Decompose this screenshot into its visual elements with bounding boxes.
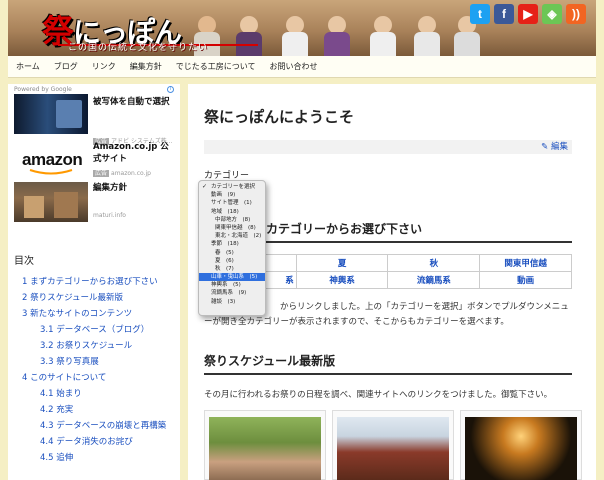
- toc-link[interactable]: 3 新たなサイトのコンテンツ: [22, 306, 178, 322]
- category-link[interactable]: 流鏑馬系: [387, 271, 481, 289]
- dropdown-option[interactable]: 神輿系 (5): [199, 281, 265, 289]
- ad-source: 広告 amazon.co.jp: [93, 168, 151, 177]
- dropdown-option[interactable]: 地域 (18): [199, 208, 265, 216]
- dropdown-option[interactable]: 中部地方 (8): [199, 216, 265, 224]
- ad-badge: 広告: [93, 170, 110, 177]
- dropdown-option[interactable]: 夏 (6): [199, 257, 265, 265]
- photo-card[interactable]: [460, 410, 582, 480]
- category-link[interactable]: 秋: [387, 254, 481, 272]
- toc-link[interactable]: 2 祭りスケジュール最新版: [22, 290, 178, 306]
- page-title: 祭にっぽんにようこそ: [204, 108, 355, 126]
- toc-link[interactable]: 4.1 始まり: [22, 386, 178, 402]
- edit-label: 編集: [550, 142, 568, 152]
- schedule-description: その月に行われるお祭りの日程を調べ、関連サイトへのリンクをつけました。御覧下さい…: [204, 390, 553, 400]
- festival-photo[interactable]: [465, 417, 577, 480]
- dropdown-option[interactable]: 動画 (9): [199, 191, 265, 199]
- dropdown-option[interactable]: 関東甲信越 (8): [199, 224, 265, 232]
- ad-info-icon[interactable]: i: [167, 86, 174, 93]
- nav-item[interactable]: お問い合わせ: [270, 61, 318, 72]
- ad-title[interactable]: 編集方針: [93, 182, 177, 194]
- edit-icon: ✎: [541, 142, 549, 152]
- sidebar: Powered by Google i 被写体を自動で選択 広告 アドビ システム…: [8, 84, 180, 480]
- twitter-icon[interactable]: t: [470, 4, 490, 24]
- edit-link[interactable]: ✎ 編集: [541, 140, 568, 154]
- category-select-dropdown[interactable]: カテゴリーを選択動画 (9)サイト管理 (1)地域 (18)中部地方 (8)関東…: [198, 180, 266, 316]
- nav-item[interactable]: でじたる工房について: [176, 61, 256, 72]
- toc-link[interactable]: 4.2 充実: [22, 402, 178, 418]
- photo-gallery: [204, 410, 582, 480]
- festival-photo[interactable]: [337, 417, 449, 480]
- dropdown-option[interactable]: 雑談 (3): [199, 298, 265, 306]
- category-link[interactable]: 動画: [479, 271, 572, 289]
- table-of-contents: 1 まずカテゴリーからお選び下さい 2 祭りスケジュール最新版 3 新たなサイトのコ…: [22, 274, 178, 466]
- dropdown-option[interactable]: 山車・曳山系 (5): [199, 273, 265, 282]
- site-header: 祭にっぽん この国の伝統と文化を守りたい t f ▶ ◈)): [8, 0, 596, 56]
- dropdown-option[interactable]: 季節 (18): [199, 240, 265, 248]
- category-link[interactable]: 夏: [295, 254, 389, 272]
- toc-link[interactable]: 3.1 データベース（ブログ）: [22, 322, 178, 338]
- social-icons: t f ▶ ◈)): [470, 4, 586, 24]
- ad-item[interactable]: 被写体を自動で選択 広告 アドビ システムズ株...: [14, 94, 177, 145]
- toc-link[interactable]: 3.2 お祭りスケジュール: [22, 338, 178, 354]
- category-link[interactable]: 関東甲信越: [479, 254, 572, 272]
- ad-title[interactable]: 被写体を自動で選択: [93, 96, 177, 108]
- nav-item[interactable]: リンク: [92, 61, 116, 72]
- main-navigation: ホーム ブログ リンク 編集方針 でじたる工房について お問い合わせ: [8, 56, 596, 78]
- header-festival-photo: [178, 0, 480, 56]
- site-subtitle: この国の伝統と文化を守りたい: [68, 43, 209, 53]
- amazon-logo-text: amazon: [22, 150, 83, 169]
- section-heading-schedule: 祭りスケジュール最新版: [204, 352, 572, 375]
- festival-photo[interactable]: [209, 417, 321, 480]
- dropdown-option[interactable]: 秋 (7): [199, 265, 265, 273]
- ad-item[interactable]: 編集方針 maturi.info: [14, 182, 176, 226]
- nav-item[interactable]: ホーム: [16, 61, 40, 72]
- rss-icon[interactable]: )): [566, 4, 586, 24]
- amazon-logo[interactable]: amazon: [14, 138, 88, 178]
- ad-thumbnail[interactable]: [14, 182, 88, 222]
- category-link[interactable]: 神輿系: [295, 271, 389, 289]
- toc-link[interactable]: 1 まずカテゴリーからお選び下さい: [22, 274, 178, 290]
- ad-source-text: amazon.co.jp: [111, 170, 151, 177]
- ad-source-text: maturi.info: [93, 212, 126, 219]
- toc-link[interactable]: 4.3 データベースの崩壊と再構築: [22, 418, 178, 434]
- dropdown-option[interactable]: 東北・北海道 (2): [199, 232, 265, 240]
- toc-link[interactable]: 3.3 祭り写真展: [22, 354, 178, 370]
- photo-card[interactable]: [204, 410, 326, 480]
- ad-powered-by: Powered by Google: [14, 86, 72, 93]
- toc-link[interactable]: 4.4 データ消失のお詫び: [22, 434, 178, 450]
- nav-item[interactable]: ブログ: [54, 61, 78, 72]
- dropdown-option[interactable]: サイト管理 (1): [199, 199, 265, 207]
- toc-link[interactable]: 4 このサイトについて: [22, 370, 178, 386]
- dropdown-option[interactable]: カテゴリーを選択: [199, 183, 265, 191]
- ad-source: maturi.info: [93, 212, 126, 219]
- photo-card[interactable]: [332, 410, 454, 480]
- nav-item[interactable]: 編集方針: [130, 61, 162, 72]
- amazon-smile-icon: [29, 169, 73, 175]
- dropdown-option[interactable]: 流鏑馬系 (9): [199, 289, 265, 297]
- youtube-icon[interactable]: ▶: [518, 4, 538, 24]
- toc-link[interactable]: 4.5 追伸: [22, 450, 178, 466]
- ad-item[interactable]: amazon Amazon.co.jp 公式サイト 広告 amazon.co.jp: [14, 138, 176, 182]
- facebook-icon[interactable]: f: [494, 4, 514, 24]
- ad-title[interactable]: Amazon.co.jp 公式サイト: [93, 141, 177, 165]
- dropdown-option[interactable]: 春 (5): [199, 249, 265, 257]
- ad-thumbnail[interactable]: [14, 94, 88, 134]
- edit-bar: ✎ 編集: [204, 140, 572, 154]
- toc-title: 目次: [14, 256, 34, 267]
- feedly-icon[interactable]: ◈: [542, 4, 562, 24]
